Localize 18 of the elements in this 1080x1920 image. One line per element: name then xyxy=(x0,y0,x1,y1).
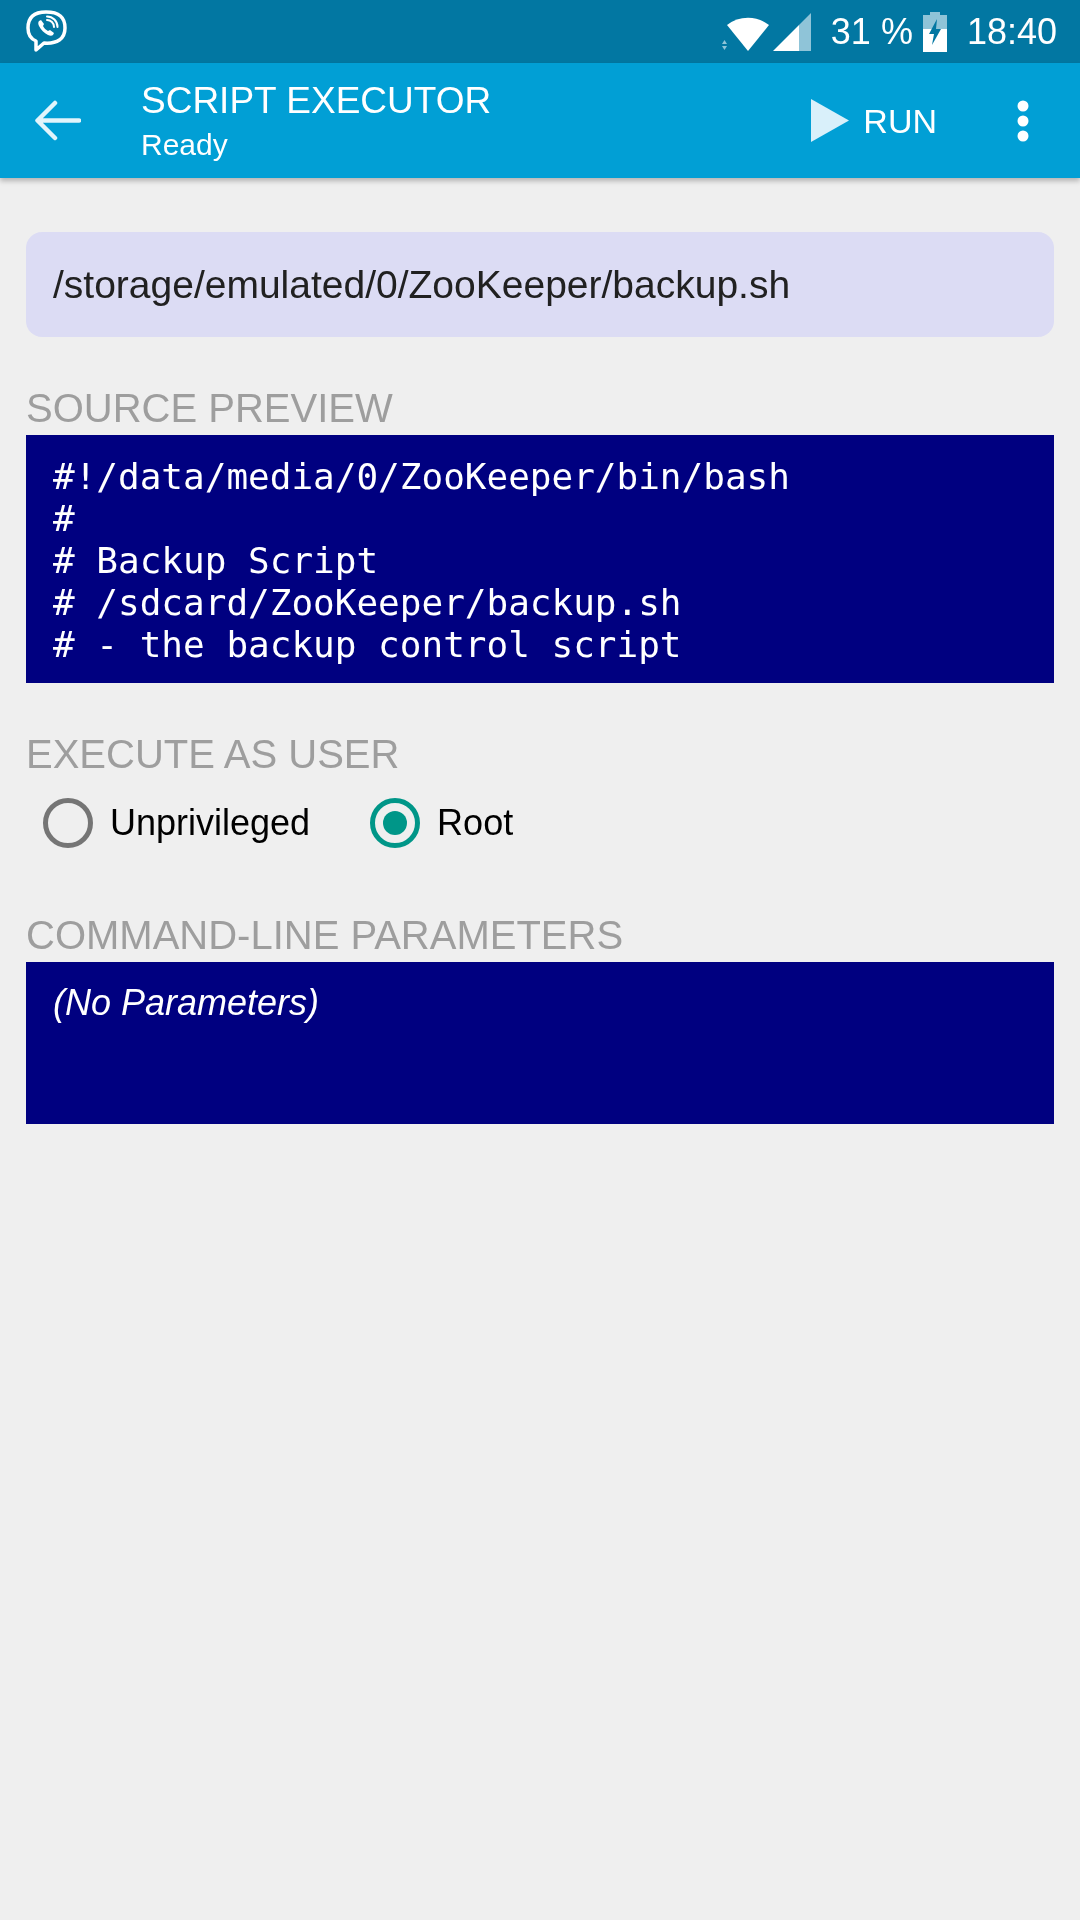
radio-option[interactable]: Root xyxy=(370,798,514,848)
section-heading: COMMAND-LINE PARAMETERS xyxy=(26,915,624,955)
clock-time: 18:40 xyxy=(966,13,1057,50)
more-options-icon[interactable] xyxy=(1016,99,1030,142)
status-subtitle: Ready xyxy=(141,127,229,162)
chat-bubble-phone-icon xyxy=(24,9,69,54)
section-heading: SOURCE PREVIEW xyxy=(26,388,393,428)
parameters-field[interactable]: (No Parameters) xyxy=(26,962,1054,1124)
screen-title: SCRIPT EXECUTOR xyxy=(141,79,492,122)
signal-icon xyxy=(772,12,811,51)
source-code-preview: #!/data/media/0/ZooKeeper/bin/bash # # Backup Script # /sdcard/ZooKeeper/backup.sh # - the backup control script xyxy=(26,435,1054,683)
section-heading: EXECUTE AS USER xyxy=(26,734,400,774)
back-arrow-icon[interactable] xyxy=(34,100,81,141)
play-icon xyxy=(811,99,850,142)
radio-option[interactable]: Unprivileged xyxy=(43,798,311,848)
script-path-field[interactable]: /storage/emulated/0/ZooKeeper/backup.sh xyxy=(26,232,1054,337)
battery-charging-icon xyxy=(922,11,947,52)
battery-percent: 31 % xyxy=(830,13,913,50)
